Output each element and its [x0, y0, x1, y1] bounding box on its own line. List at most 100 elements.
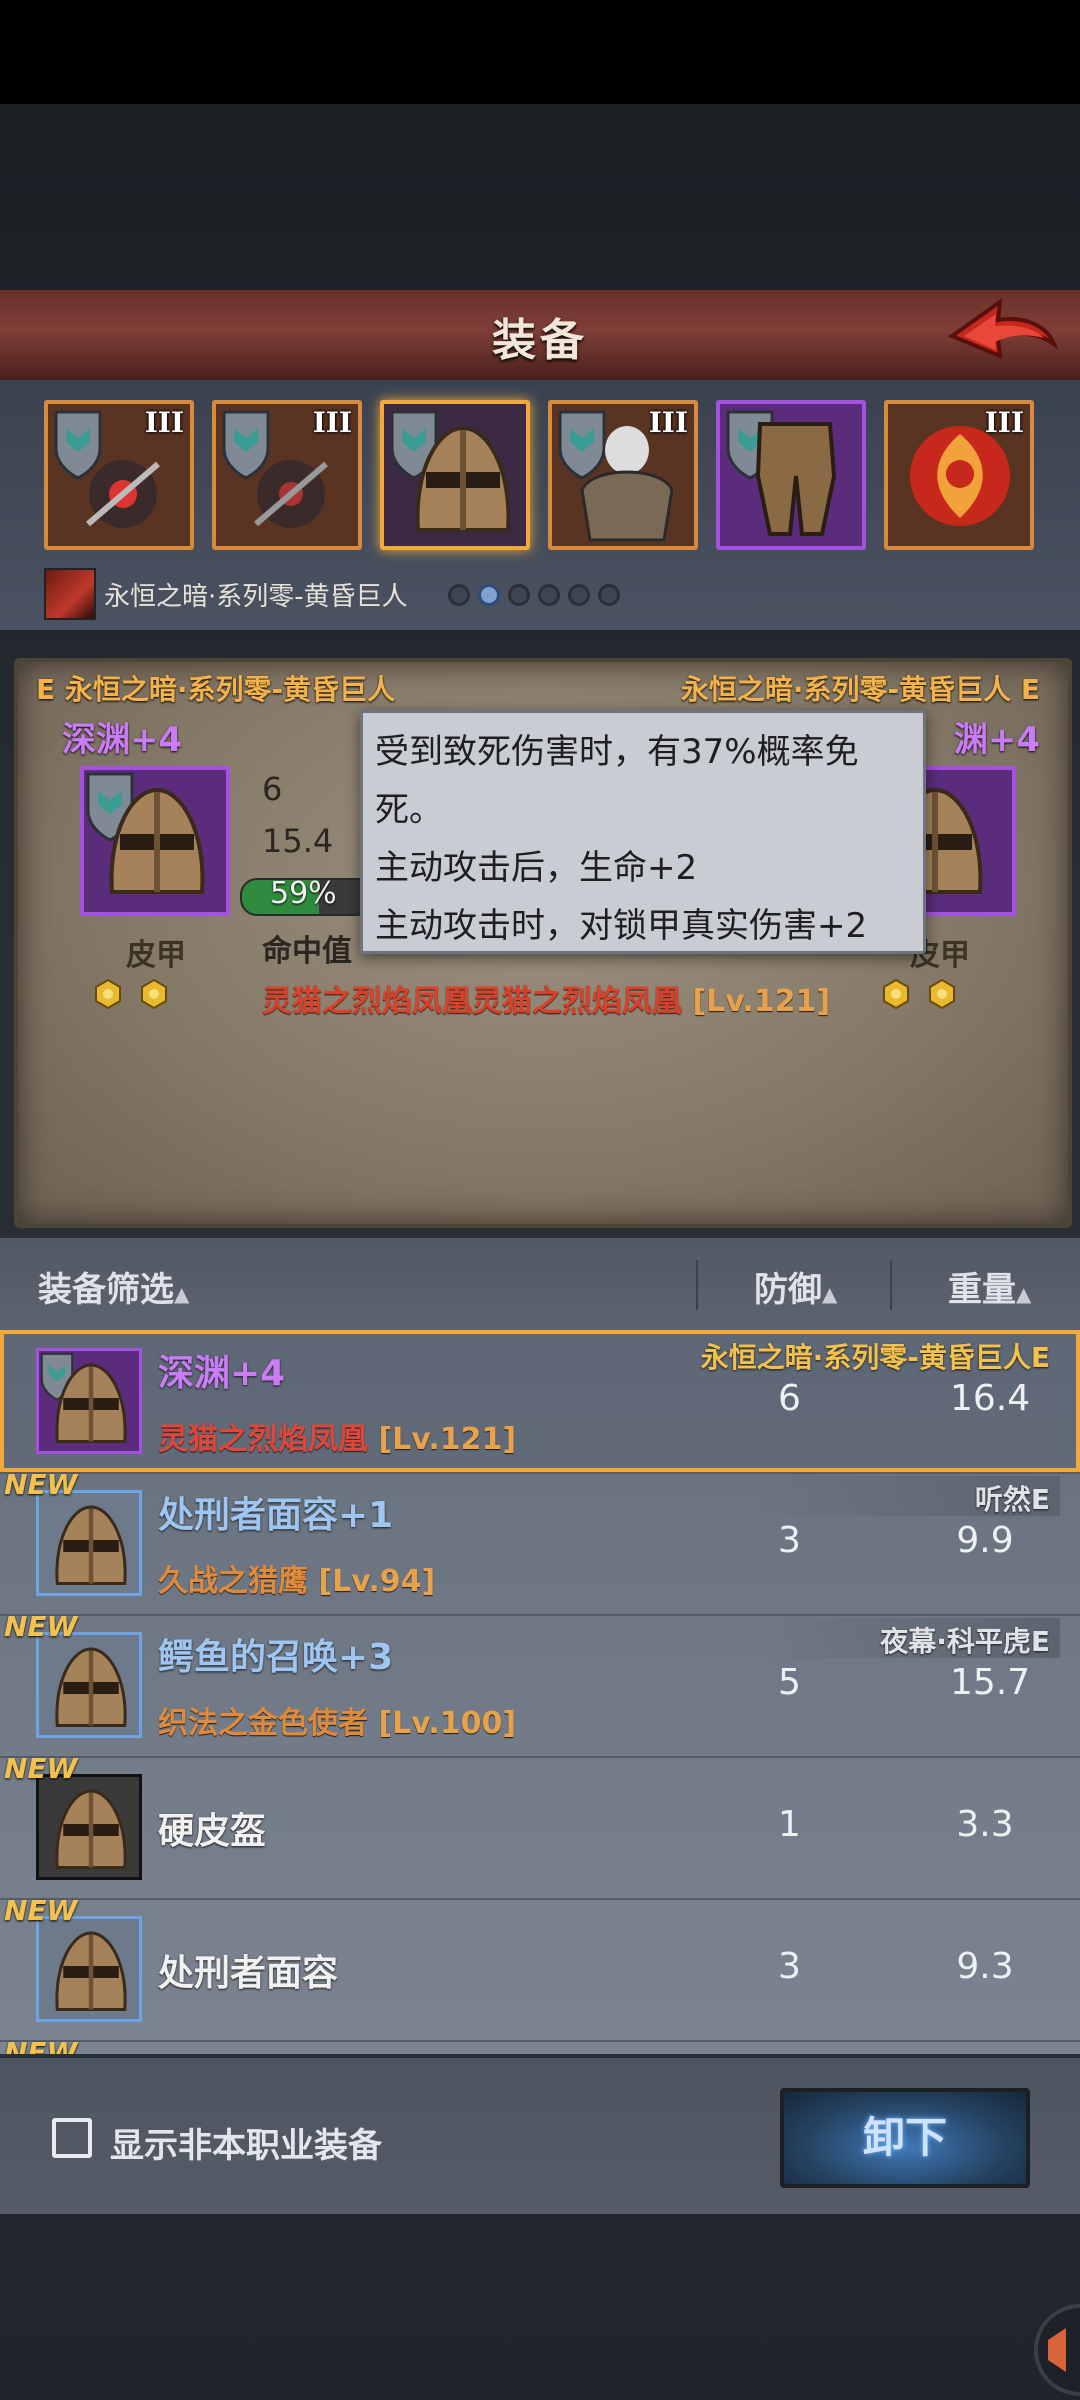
set-effect-line: 灵猫之烈焰凤凰灵猫之烈焰凤凰 [Lv.121] — [262, 976, 830, 1020]
helmet-icon — [109, 787, 205, 894]
item-effect-level: [Lv.94] — [318, 1564, 436, 1599]
slot-legs[interactable] — [716, 400, 866, 550]
sort-caret-icon: ▲ — [822, 1282, 838, 1306]
item-weight: 3.3 — [956, 1804, 1014, 1845]
page-dot[interactable] — [538, 584, 560, 606]
page-dot[interactable] — [568, 584, 590, 606]
item-icon — [36, 1632, 142, 1738]
stat-defense-value: 6 — [262, 770, 283, 808]
item-weight: 9.3 — [956, 1946, 1014, 1987]
slot-weapon-2[interactable]: III — [212, 400, 362, 550]
equipped-item-type: 皮甲 — [126, 938, 186, 973]
new-badge: NEW — [4, 2036, 78, 2054]
weight-label: 重量 — [948, 1270, 1016, 1310]
new-badge: NEW — [4, 1610, 78, 1643]
sort-caret-icon: ▲ — [1016, 1282, 1032, 1306]
item-owner: 听然E — [974, 1483, 1050, 1516]
gem-icon — [95, 978, 121, 1010]
phoenix-emblem-icon — [910, 426, 1010, 526]
item-defense: 6 — [778, 1378, 801, 1419]
list-item[interactable]: NEW 处刑者面容 3 9.3 — [0, 1894, 1080, 2042]
selected-gem-sockets — [880, 978, 958, 1010]
set-row[interactable]: 永恒之暗·系列零-黄昏巨人 — [44, 568, 408, 620]
item-effect-level: [Lv.100] — [378, 1706, 517, 1741]
durability-percent: 59% — [270, 876, 337, 911]
gem-icon — [883, 978, 909, 1010]
item-defense: 3 — [778, 1946, 801, 1987]
equipment-list[interactable]: 深渊+4 灵猫之烈焰凤凰 [Lv.121] 永恒之暗·系列零-黄昏巨人E 6 1… — [0, 1330, 1080, 2054]
defense-sort-button[interactable]: 防御▲ — [754, 1262, 837, 1311]
slot-tier: III — [144, 406, 184, 439]
new-badge: NEW — [4, 1894, 78, 1927]
page-dot-active[interactable] — [478, 584, 500, 606]
item-name: 处刑者面容+1 — [158, 1495, 394, 1536]
divider — [696, 1260, 698, 1310]
item-owner: 夜幕·科平虎E — [880, 1625, 1050, 1658]
corner-menu-icon[interactable] — [1020, 2300, 1080, 2400]
item-icon — [36, 1774, 142, 1880]
list-item[interactable]: NEW 硬皮盔 1 3.3 — [0, 1752, 1080, 1900]
slot-accessory[interactable]: III — [884, 400, 1034, 550]
set-effect-level: [Lv.121] — [692, 984, 831, 1019]
new-badge: NEW — [4, 1752, 78, 1785]
list-header: 装备筛选▲ 防御▲ 重量▲ — [0, 1236, 1080, 1332]
slot-helmet[interactable] — [380, 400, 530, 550]
new-badge: NEW — [4, 1468, 78, 1501]
show-other-class-checkbox[interactable] — [52, 2118, 92, 2158]
item-effect-name: 织法之金色使者 — [158, 1706, 368, 1741]
status-area — [0, 0, 1080, 104]
filter-sort-button[interactable]: 装备筛选▲ — [38, 1262, 189, 1311]
item-name: 鳄鱼的召唤+3 — [158, 1637, 394, 1678]
helmet-icon — [415, 425, 511, 532]
equipped-item-icon[interactable] — [80, 766, 230, 916]
helmet-icon — [55, 1789, 127, 1869]
set-name: 永恒之暗·系列零-黄昏巨人 — [104, 581, 408, 612]
list-item[interactable]: NEW 鳄鱼的召唤+3 织法之金色使者 [Lv.100] 夜幕·科平虎E 5 1… — [0, 1610, 1080, 1758]
item-name: 硬皮盔 — [158, 1811, 267, 1852]
helmet-icon — [55, 1931, 127, 2011]
selected-owner-tag: 永恒之暗·系列零-黄昏巨人 E — [680, 673, 1040, 706]
slot-tier: III — [312, 406, 352, 439]
selected-item-name: 渊+4 — [953, 720, 1040, 760]
item-effect: 久战之猎鹰 [Lv.94] — [158, 1556, 435, 1600]
item-effect-level: [Lv.121] — [378, 1422, 517, 1457]
item-weight: 16.4 — [950, 1378, 1031, 1419]
tooltip-line: 主动攻击时，对锁甲真实伤害+2 — [375, 906, 868, 946]
list-item[interactable]: NEW — [0, 2036, 1080, 2054]
equipped-owner-tag: E 永恒之暗·系列零-黄昏巨人 — [36, 673, 396, 706]
sort-caret-icon: ▲ — [174, 1282, 190, 1306]
filter-label: 装备筛选 — [38, 1270, 174, 1310]
page-dot[interactable] — [508, 584, 530, 606]
item-effect: 织法之金色使者 [Lv.100] — [158, 1698, 516, 1742]
slot-armor[interactable]: III — [548, 400, 698, 550]
item-owner: 永恒之暗·系列零-黄昏巨人E — [700, 1341, 1050, 1374]
item-defense: 1 — [778, 1804, 801, 1845]
item-weight: 15.7 — [950, 1662, 1031, 1703]
hit-label: 命中值 — [262, 934, 352, 969]
item-effect-name: 久战之猎鹰 — [158, 1564, 308, 1599]
list-item[interactable]: NEW 处刑者面容+1 久战之猎鹰 [Lv.94] 听然E 3 9.9 — [0, 1468, 1080, 1616]
back-arrow-icon[interactable] — [942, 294, 1062, 378]
defense-label: 防御 — [754, 1270, 822, 1310]
item-icon — [36, 1916, 142, 2022]
gem-icon — [929, 978, 955, 1010]
page-dot[interactable] — [598, 584, 620, 606]
equipped-item-name: 深渊+4 — [62, 720, 183, 760]
helmet-icon — [55, 1505, 127, 1585]
slot-weapon-1[interactable]: III — [44, 400, 194, 550]
item-name: 处刑者面容 — [158, 1953, 339, 1994]
item-icon — [36, 1348, 142, 1454]
item-effect-name: 灵猫之烈焰凤凰 — [158, 1422, 368, 1457]
page-dot[interactable] — [448, 584, 470, 606]
stat-weight-value: 15.4 — [262, 822, 334, 860]
unequip-button[interactable]: 卸下 — [780, 2088, 1030, 2188]
armor-icon — [580, 426, 674, 542]
divider — [890, 1260, 892, 1310]
checkbox-label[interactable]: 显示非本职业装备 — [110, 2118, 382, 2167]
tooltip-line: 主动攻击后，生命+2 — [375, 848, 698, 888]
bottom-bar: 显示非本职业装备 卸下 — [0, 2054, 1080, 2214]
list-item[interactable]: 深渊+4 灵猫之烈焰凤凰 [Lv.121] 永恒之暗·系列零-黄昏巨人E 6 1… — [0, 1330, 1080, 1474]
equipped-gem-sockets — [92, 978, 170, 1010]
weight-sort-button[interactable]: 重量▲ — [948, 1262, 1031, 1311]
header-bar: 装备 — [0, 290, 1080, 383]
